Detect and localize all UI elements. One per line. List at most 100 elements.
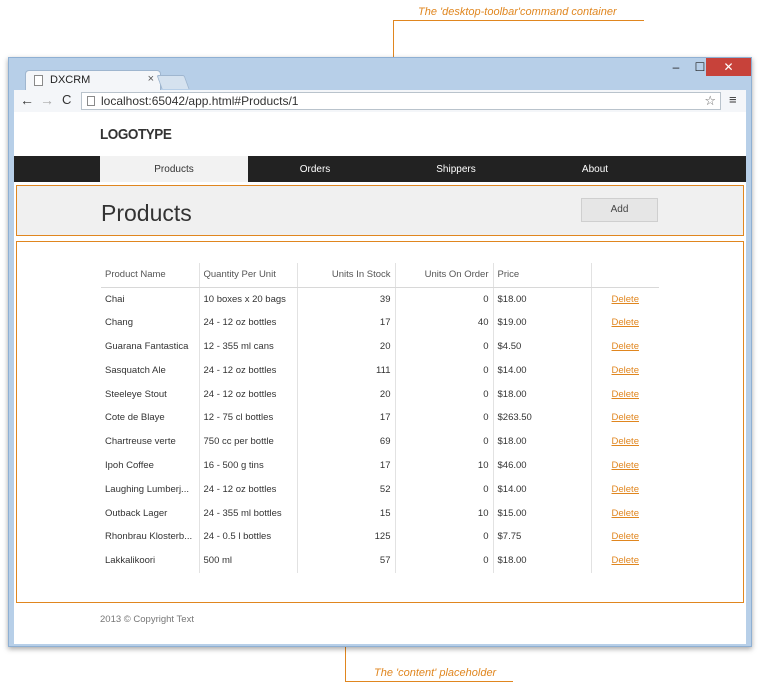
add-button[interactable]: Add <box>581 198 658 222</box>
units-on-order: 10 <box>394 501 493 525</box>
row-actions: Delete <box>590 477 659 502</box>
units-on-order: 10 <box>394 453 493 478</box>
browser-menu-icon[interactable]: ≡ <box>729 92 737 107</box>
delete-link[interactable]: Delete <box>612 412 639 423</box>
close-window-button[interactable]: ✕ <box>706 58 751 76</box>
address-bar[interactable]: localhost:65042/app.html#Products/1 ☆ <box>81 92 721 110</box>
browser-window: DXCRM × – ☐ ✕ ← → C localhost:65042/app.… <box>8 57 752 647</box>
delete-link[interactable]: Delete <box>612 365 639 376</box>
quantity-per-unit: 12 - 355 ml cans <box>198 334 297 359</box>
units-on-order: 0 <box>394 477 493 502</box>
row-actions: Delete <box>590 548 659 573</box>
logo: LOGOTYPE <box>100 126 172 143</box>
close-tab-icon[interactable]: × <box>148 73 154 85</box>
table-row[interactable]: Ipoh Coffee 16 - 500 g tins 17 10 $46.00 Dele… <box>101 453 659 478</box>
quantity-per-unit: 750 cc per bottle <box>198 429 297 454</box>
units-on-order: 0 <box>394 358 493 383</box>
table-row[interactable]: Cote de Blaye 12 - 75 cl bottles 17 0 $263.5… <box>101 405 659 430</box>
delete-link[interactable]: Delete <box>612 389 639 400</box>
units-on-order: 0 <box>394 382 493 406</box>
price: $7.75 <box>492 524 591 549</box>
units-in-stock: 20 <box>296 334 395 359</box>
grid-header-row: Product Name Quantity Per Unit Units In … <box>101 263 659 288</box>
column-header-quantity[interactable]: Quantity Per Unit <box>198 263 297 288</box>
table-row[interactable]: Steeleye Stout 24 - 12 oz bottles 20 0 $18.0… <box>101 382 659 406</box>
product-name: Guarana Fantastica <box>105 340 189 352</box>
units-in-stock: 39 <box>296 287 395 311</box>
quantity-per-unit: 24 - 12 oz bottles <box>198 358 297 383</box>
table-row[interactable]: Sasquatch Ale 24 - 12 oz bottles 111 0 $14.0… <box>101 358 659 383</box>
units-in-stock: 111 <box>296 358 395 383</box>
content-caption-underline <box>345 681 513 682</box>
delete-link[interactable]: Delete <box>612 555 639 566</box>
units-in-stock: 17 <box>296 310 395 335</box>
column-header-units-on-order[interactable]: Units On Order <box>394 263 493 288</box>
bookmark-star-icon[interactable]: ☆ <box>704 93 716 109</box>
price: $4.50 <box>492 334 591 359</box>
quantity-per-unit: 10 boxes x 20 bags <box>198 287 297 311</box>
product-name: Rhonbrau Klosterb... <box>105 531 193 543</box>
table-row[interactable]: Laughing Lumberj... 24 - 12 oz bottles 52 0… <box>101 477 659 502</box>
price: $18.00 <box>492 548 591 573</box>
back-arrow-icon[interactable]: ← <box>20 92 34 108</box>
delete-link[interactable]: Delete <box>612 460 639 471</box>
quantity-per-unit: 500 ml <box>198 548 297 573</box>
price: $46.00 <box>492 453 591 478</box>
product-name: Chai <box>105 293 125 305</box>
delete-link[interactable]: Delete <box>612 317 639 328</box>
nav-item-shippers[interactable]: Shippers <box>382 156 530 182</box>
product-name: Outback Lager <box>105 507 168 519</box>
table-row[interactable]: Chartreuse verte 750 cc per bottle 69 0 $18.… <box>101 429 659 454</box>
table-row[interactable]: Outback Lager 24 - 355 ml bottles 15 10 $15.… <box>101 501 659 525</box>
row-actions: Delete <box>590 453 659 478</box>
content-placeholder-caption: The 'content' placeholder <box>374 667 497 679</box>
table-row[interactable]: Chai 10 boxes x 20 bags 39 0 $18.00 Delete <box>101 287 659 311</box>
page-icon <box>34 75 43 86</box>
row-actions: Delete <box>590 429 659 454</box>
content-placeholder: Product Name Quantity Per Unit Units In … <box>16 241 744 603</box>
units-on-order: 0 <box>394 429 493 454</box>
delete-link[interactable]: Delete <box>612 484 639 495</box>
quantity-per-unit: 16 - 500 g tins <box>198 453 297 478</box>
delete-link[interactable]: Delete <box>612 531 639 542</box>
quantity-per-unit: 24 - 12 oz bottles <box>198 477 297 502</box>
toolbar-container-caption: The 'desktop-toolbar'command container <box>418 6 617 18</box>
units-in-stock: 17 <box>296 405 395 430</box>
table-row[interactable]: Rhonbrau Klosterb... 24 - 0.5 l bottles 12… <box>101 524 659 549</box>
browser-toolbar: ← → C localhost:65042/app.html#Products/… <box>14 90 746 112</box>
toolbar-caption-underline <box>393 20 644 21</box>
price: $15.00 <box>492 501 591 525</box>
delete-link[interactable]: Delete <box>612 436 639 447</box>
column-header-units-in-stock[interactable]: Units In Stock <box>296 263 395 288</box>
units-on-order: 0 <box>394 524 493 549</box>
price: $18.00 <box>492 382 591 406</box>
column-header-price[interactable]: Price <box>492 263 591 288</box>
row-actions: Delete <box>590 524 659 549</box>
table-row[interactable]: Chang 24 - 12 oz bottles 17 40 $19.00 Delete <box>101 310 659 335</box>
row-actions: Delete <box>590 310 659 335</box>
row-actions: Delete <box>590 358 659 383</box>
nav-item-orders[interactable]: Orders <box>248 156 382 182</box>
price: $14.00 <box>492 477 591 502</box>
minimize-button[interactable]: – <box>664 58 688 76</box>
footer-copyright: 2013 © Copyright Text <box>100 614 194 625</box>
browser-tab[interactable]: DXCRM × <box>25 70 161 90</box>
price: $263.50 <box>492 405 591 430</box>
nav-item-products[interactable]: Products <box>100 156 248 182</box>
table-row[interactable]: Guarana Fantastica 12 - 355 ml cans 20 0 $4.… <box>101 334 659 359</box>
table-row[interactable]: Lakkalikoori 500 ml 57 0 $18.00 Delete <box>101 548 659 573</box>
column-header-product-name[interactable]: Product Name <box>101 263 199 288</box>
nav-item-about[interactable]: About <box>530 156 660 182</box>
delete-link[interactable]: Delete <box>612 341 639 352</box>
url-text[interactable]: localhost:65042/app.html#Products/1 <box>101 94 298 108</box>
row-actions: Delete <box>590 382 659 406</box>
units-on-order: 0 <box>394 287 493 311</box>
price: $18.00 <box>492 287 591 311</box>
delete-link[interactable]: Delete <box>612 508 639 519</box>
reload-icon[interactable]: C <box>62 92 71 108</box>
quantity-per-unit: 24 - 12 oz bottles <box>198 310 297 335</box>
forward-arrow-icon[interactable]: → <box>40 92 54 108</box>
column-header-actions <box>590 263 659 288</box>
new-tab-button[interactable] <box>156 75 190 89</box>
delete-link[interactable]: Delete <box>612 294 639 305</box>
